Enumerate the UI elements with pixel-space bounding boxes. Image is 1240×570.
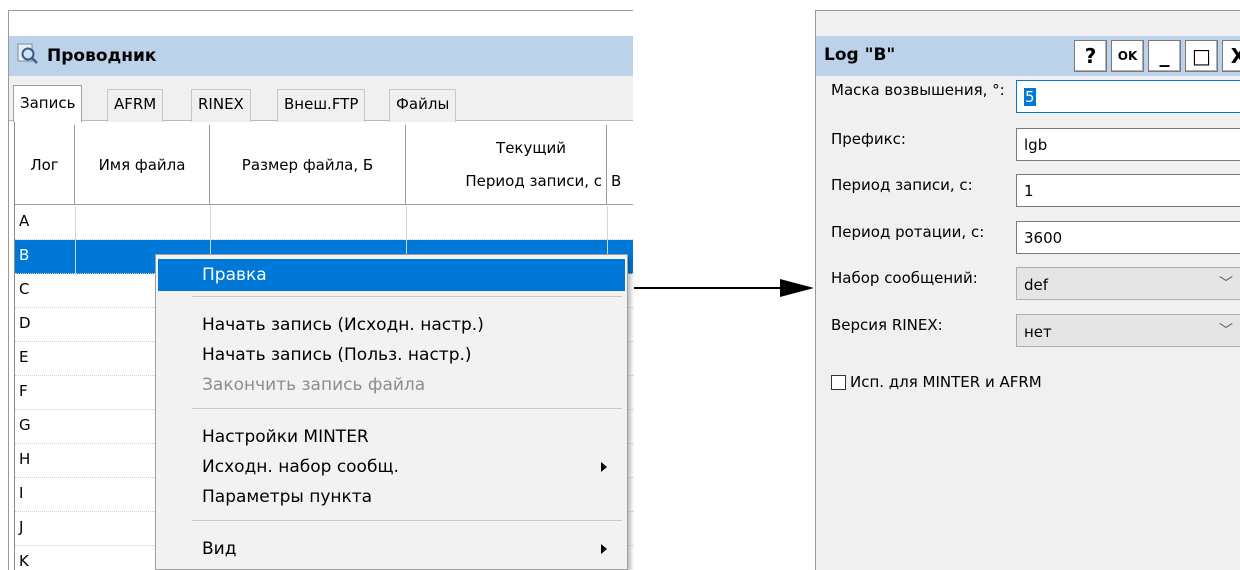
message-set-select[interactable]: def ﹀ (1016, 267, 1240, 300)
column-header-filesize[interactable]: Размер файла, Б (210, 125, 406, 205)
rotation-period-value: 3600 (1024, 229, 1063, 247)
prefix-input[interactable]: lgb (1016, 128, 1240, 161)
chevron-down-icon: ﹀ (1219, 276, 1233, 292)
row-log-name: A (19, 212, 30, 230)
log-dialog: Log "B" ? OK _ □ X Маска возвышения, °: … (815, 10, 1240, 570)
menu-separator (192, 520, 622, 521)
menu-item-start-custom[interactable]: Начать запись (Польз. настр.) (158, 339, 625, 371)
maximize-button[interactable]: □ (1185, 40, 1218, 72)
row-log-name: C (19, 280, 30, 298)
ok-button[interactable]: OK (1111, 40, 1144, 72)
rinex-version-value: нет (1024, 323, 1052, 341)
help-button[interactable]: ? (1074, 40, 1107, 72)
elevation-mask-label: Маска возвышения, °: (831, 81, 1005, 99)
minter-afrm-checkbox-label: Исп. для MINTER и AFRM (850, 373, 1042, 391)
menu-item-label: Вид (202, 539, 237, 559)
menu-item-site-parameters[interactable]: Параметры пункта (158, 481, 625, 513)
tab-record[interactable]: Запись (13, 85, 83, 122)
menu-separator (192, 296, 622, 297)
tab-afrm[interactable]: AFRM (107, 89, 164, 122)
context-menu: Правка Начать запись (Исходн. настр.) На… (155, 254, 628, 570)
row-log-name: J (19, 518, 24, 536)
menu-item-start-default[interactable]: Начать запись (Исходн. настр.) (158, 309, 625, 341)
dialog-title-bar: Log "B" ? OK _ □ X (816, 36, 1240, 76)
menu-separator (192, 408, 622, 409)
row-log-name: I (19, 484, 24, 502)
explorer-title: Проводник (47, 46, 157, 66)
tab-files[interactable]: Файлы (389, 89, 457, 122)
menu-item-default-message-set[interactable]: Исходн. набор сообщ. (158, 451, 625, 483)
search-icon (17, 43, 39, 69)
row-log-name: F (19, 382, 28, 400)
row-log-name: D (19, 314, 31, 332)
record-period-label: Период записи, с: (831, 176, 973, 194)
close-button[interactable]: X (1222, 40, 1240, 72)
explorer-title-bar: Проводник (9, 36, 633, 76)
rotation-period-label: Период ротации, с: (831, 223, 985, 241)
rotation-period-stepper[interactable]: 3600 (1016, 221, 1240, 254)
menu-item-view[interactable]: Вид (158, 533, 625, 565)
column-header-filename[interactable]: Имя файла (75, 125, 210, 205)
row-log-name: E (19, 348, 29, 366)
row-log-name: H (19, 450, 31, 468)
menu-item-minter-settings[interactable]: Настройки MINTER (158, 421, 625, 453)
column-header-log[interactable]: Лог (15, 125, 75, 205)
tab-rinex[interactable]: RINEX (191, 89, 251, 122)
message-set-label: Набор сообщений: (831, 269, 978, 287)
column-header-period: Период записи, с (465, 171, 602, 190)
row-log-name: G (19, 416, 31, 434)
minimize-button[interactable]: _ (1148, 40, 1181, 72)
rinex-version-select[interactable]: нет ﹀ (1016, 314, 1240, 347)
submenu-arrow-icon (601, 544, 607, 554)
table-row[interactable]: A (15, 206, 633, 240)
elevation-mask-value: 5 (1024, 88, 1036, 106)
submenu-arrow-icon (601, 462, 607, 472)
rinex-version-label: Версия RINEX: (831, 316, 943, 334)
column-header-record-period[interactable]: Текущий Период записи, с (406, 125, 607, 205)
column-divider (75, 206, 76, 276)
explorer-tabs: Запись AFRM RINEX Внеш.FTP Файлы (9, 76, 633, 122)
menu-item-edit[interactable]: Правка (158, 259, 625, 291)
record-period-input[interactable]: 1 (1016, 174, 1240, 207)
row-log-name: K (19, 552, 29, 570)
column-header-truncated[interactable]: В (607, 125, 633, 205)
menu-item-stop-recording: Закончить запись файла (202, 375, 426, 395)
minter-afrm-checkbox-row[interactable]: Исп. для MINTER и AFRM (831, 373, 1042, 391)
minter-afrm-checkbox[interactable] (831, 374, 846, 390)
tab-ext-ftp[interactable]: Внеш.FTP (277, 89, 366, 122)
arrow-icon (634, 279, 814, 297)
dialog-title: Log "B" (824, 45, 896, 65)
elevation-mask-input[interactable]: 5 (1016, 80, 1240, 113)
row-log-name: B (19, 246, 30, 264)
message-set-value: def (1024, 276, 1049, 294)
menu-item-label: Исходн. набор сообщ. (202, 457, 399, 477)
chevron-down-icon: ﹀ (1219, 323, 1233, 339)
column-header-current: Текущий (496, 138, 566, 157)
prefix-label: Префикс: (831, 130, 906, 148)
